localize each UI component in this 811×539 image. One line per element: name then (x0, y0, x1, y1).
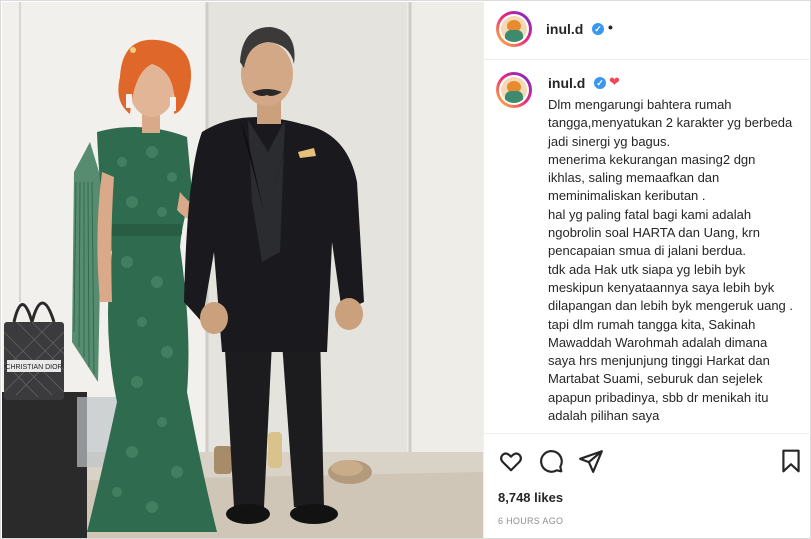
header-username[interactable]: inul.d (546, 21, 583, 37)
post-photo[interactable]: CHRISTIAN DIOR (2, 2, 483, 538)
instagram-post-modal: CHRISTIAN DIOR inul.d ✓ • inul.d ✓ ❤ Dlm… (0, 0, 811, 539)
bag-logo-text: CHRISTIAN DIOR (5, 364, 62, 371)
caption-username[interactable]: inul.d (548, 75, 585, 91)
header-separator-dot: • (608, 19, 613, 35)
caption-text: Dlm mengarungi bahtera rumah tangga,meny… (548, 97, 794, 424)
save-bookmark-icon[interactable] (778, 448, 804, 474)
share-paper-plane-icon[interactable] (578, 448, 604, 474)
caption-avatar[interactable] (496, 72, 532, 108)
likes-count[interactable]: 8,748 likes (498, 490, 563, 505)
post-header: inul.d ✓ • (484, 2, 811, 60)
caption-area: inul.d ✓ ❤ Dlm mengarungi bahtera rumah … (484, 60, 811, 432)
red-heart-emoji-icon: ❤ (609, 74, 620, 89)
profile-avatar[interactable] (496, 11, 532, 47)
post-side-panel: inul.d ✓ • inul.d ✓ ❤ Dlm mengarungi bah… (483, 2, 811, 538)
verified-badge-icon: ✓ (594, 77, 606, 89)
post-timestamp[interactable]: 6 HOURS AGO (498, 516, 563, 526)
verified-badge-icon: ✓ (592, 23, 604, 35)
comment-icon[interactable] (538, 448, 564, 474)
like-heart-icon[interactable] (498, 448, 524, 474)
couple-photo-illustration: CHRISTIAN DIOR (2, 2, 483, 538)
post-actions: 8,748 likes 6 HOURS AGO (484, 433, 811, 539)
